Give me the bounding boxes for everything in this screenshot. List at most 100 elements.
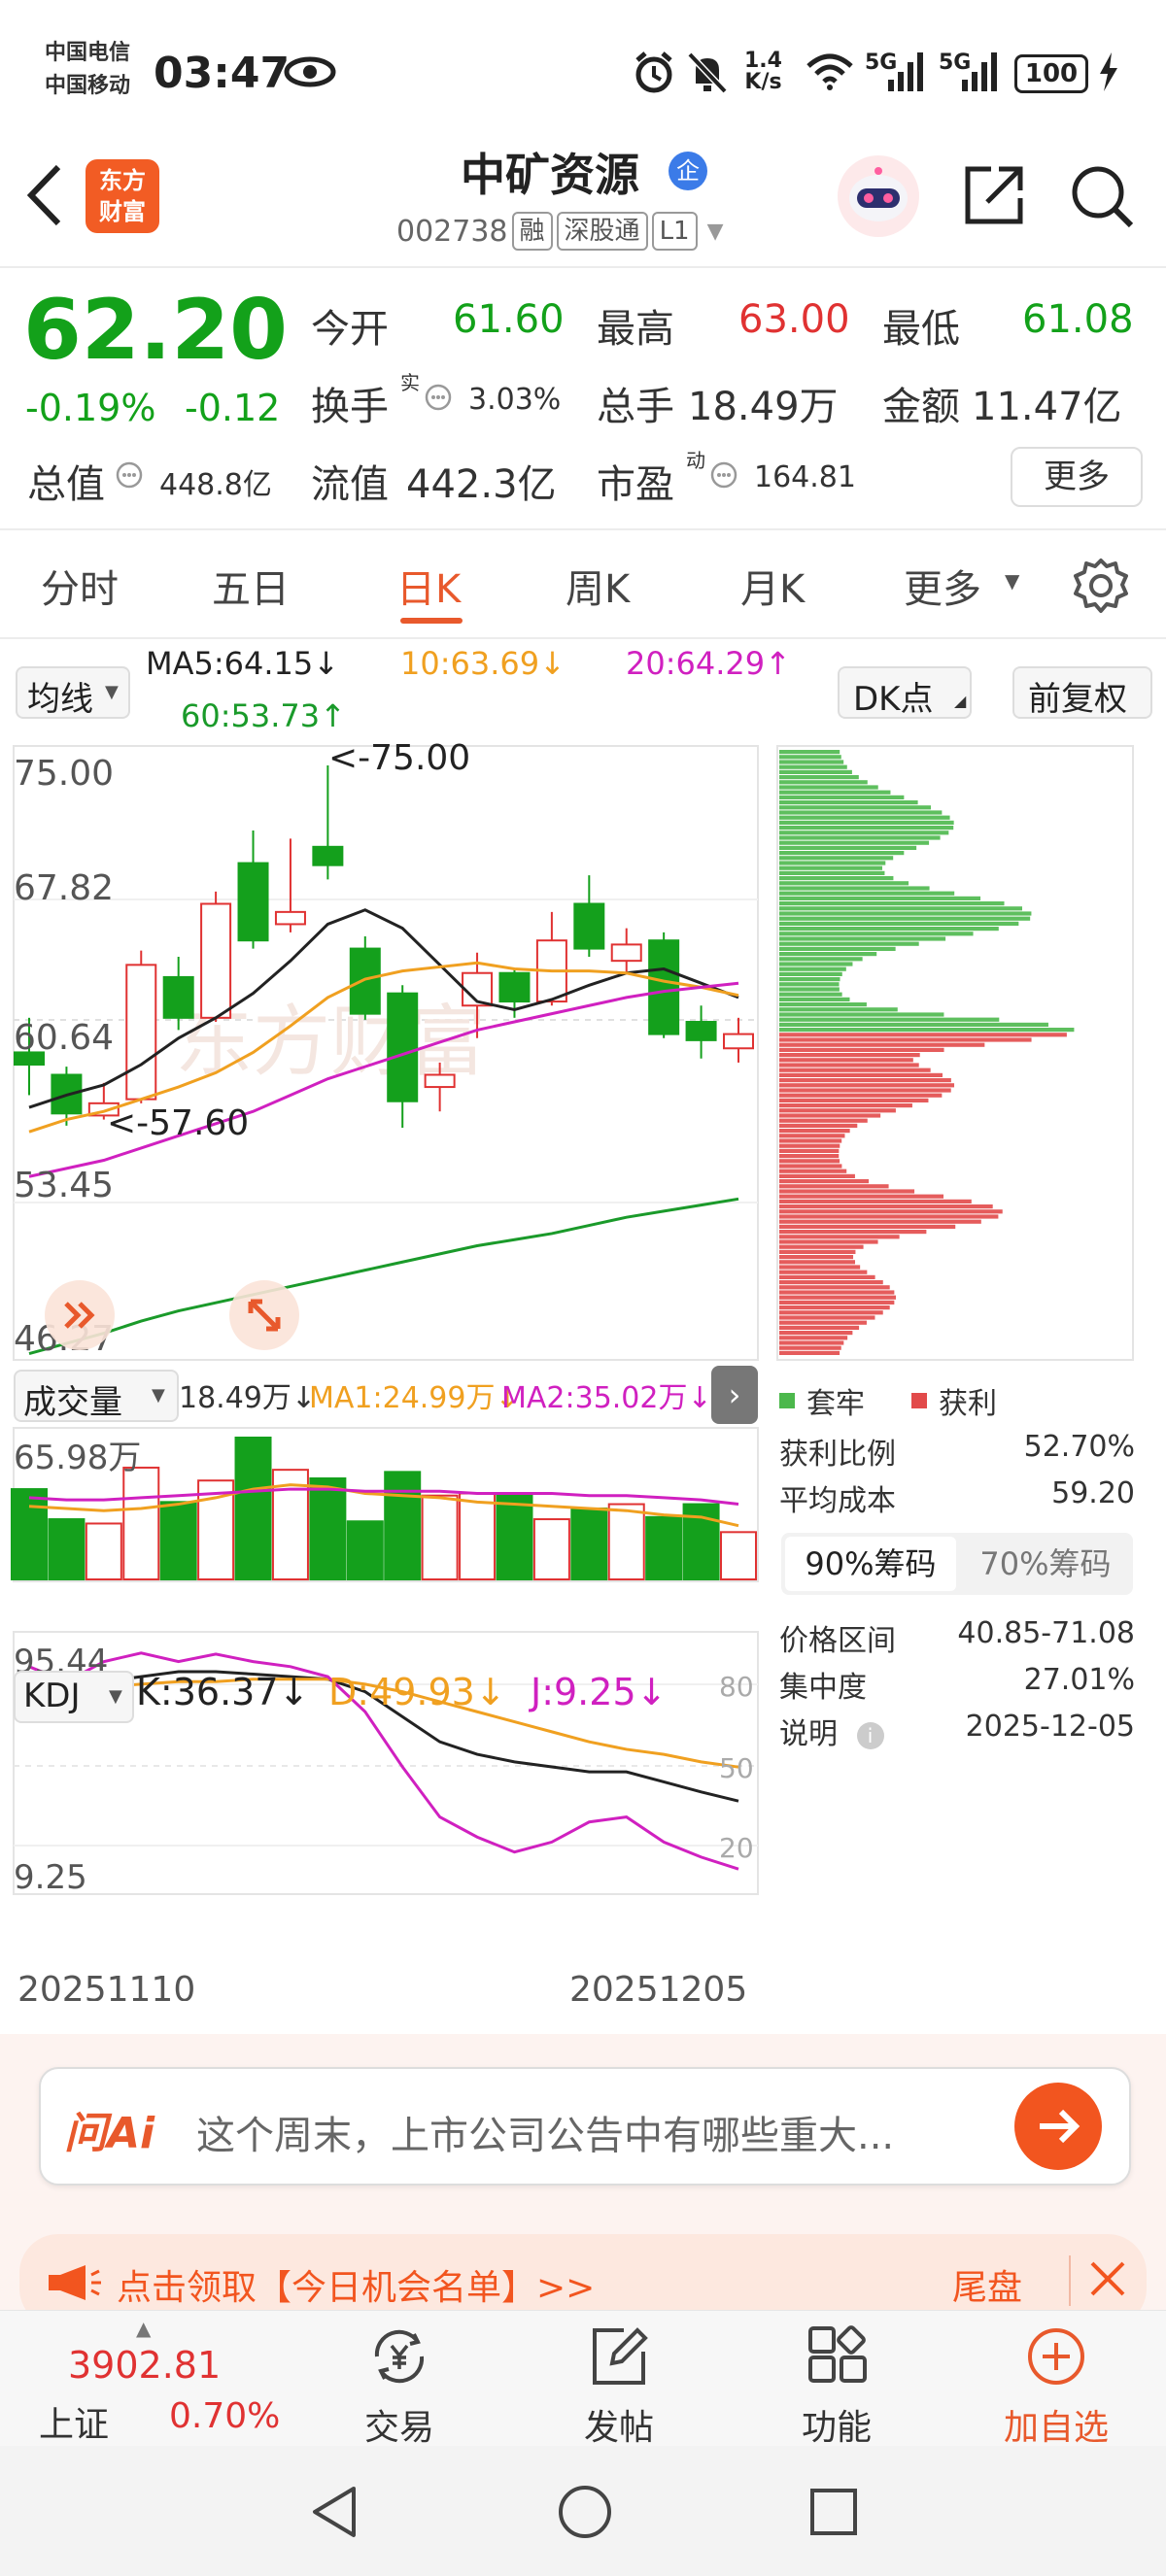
candle-body <box>723 1033 754 1050</box>
chip-bar <box>779 1340 844 1345</box>
chip-bar <box>779 957 863 962</box>
divider <box>0 266 1166 268</box>
min-price-label: <-57.60 <box>107 1103 249 1143</box>
kline-chart[interactable]: 东方财富 75.00 67.82 60.64 53.45 46.27 <-75.… <box>0 738 1166 2001</box>
mute-icon <box>686 51 729 99</box>
plus-circle-icon <box>1028 2328 1084 2385</box>
tab-more[interactable]: 更多 <box>904 558 981 614</box>
tab-monthly-k[interactable]: 月K <box>740 558 805 614</box>
arrow-right-icon[interactable] <box>1014 2083 1102 2170</box>
chip-bar <box>779 1108 896 1113</box>
functions-button[interactable]: 功能 <box>764 2311 909 2450</box>
chip-bar <box>779 936 946 941</box>
tab-five-day[interactable]: 五日 <box>212 558 290 614</box>
chip-bar <box>779 977 840 982</box>
expand-icon[interactable] <box>45 1280 115 1350</box>
chip-bar <box>779 1047 944 1052</box>
chip-bar <box>779 851 905 856</box>
dk-point-button[interactable]: DK点 ◢ <box>838 666 972 719</box>
trade-label: 交易 <box>363 2408 434 2448</box>
chevron-right-icon[interactable]: › <box>711 1366 758 1424</box>
nav-back-icon[interactable] <box>307 2483 361 2545</box>
chip-distribution <box>779 750 1075 1355</box>
chip-bar <box>779 941 919 946</box>
chip-stat-value: 40.85-71.08 <box>957 1616 1135 1650</box>
kdj-k: K:36.37↓ <box>136 1671 310 1713</box>
chip-bar <box>779 820 954 825</box>
chip-bar <box>779 805 932 810</box>
chip-bar <box>779 1143 840 1148</box>
chip-bar <box>779 755 841 760</box>
index-name[interactable]: 上证 <box>39 2396 109 2447</box>
chip-bar <box>779 790 891 795</box>
stock-code-row[interactable]: 002738 融 深股通 L1 ▼ <box>396 212 724 251</box>
chip-stat-label: 说明 <box>779 1717 838 1751</box>
back-button[interactable] <box>25 163 64 231</box>
tab-daily-k[interactable]: 日K <box>396 558 461 614</box>
tab-minute[interactable]: 分时 <box>41 558 119 614</box>
trapped-label: 套牢 <box>806 1387 865 1421</box>
turnover-label: 换手 <box>311 385 389 429</box>
nav-home-icon[interactable] <box>556 2483 614 2545</box>
chip-stat-value: 2025-12-05 <box>965 1710 1135 1744</box>
ai-question-bar[interactable]: 问Ai 这个周末，上市公司公告中有哪些重大... <box>39 2067 1131 2186</box>
chip-bar <box>779 826 954 830</box>
chip-bar <box>779 1088 951 1093</box>
logo-line-2: 财富 <box>99 198 146 225</box>
turnover-value: 3.03% <box>468 383 562 417</box>
more-button[interactable]: 更多 <box>1011 447 1143 507</box>
tag-level: L1 <box>651 212 698 251</box>
volume-bar <box>720 1531 757 1581</box>
indicator-selector[interactable]: 均线 ▼ <box>16 666 130 719</box>
post-button[interactable]: 发帖 <box>546 2311 692 2450</box>
index-value[interactable]: 3902.81 <box>68 2344 221 2387</box>
gear-icon[interactable] <box>1073 558 1129 618</box>
tab-chip-90[interactable]: 90%筹码 <box>785 1537 956 1591</box>
chip-bar <box>779 1249 856 1254</box>
search-icon[interactable] <box>1069 163 1135 233</box>
kdj-selector-label: KDJ <box>23 1677 81 1715</box>
tab-weekly-k[interactable]: 周K <box>566 558 630 614</box>
net-speed-unit: K/s <box>744 70 782 94</box>
chip-stat-value: 52.70% <box>1023 1430 1135 1464</box>
share-icon[interactable] <box>962 163 1026 231</box>
date-end: 20251205 <box>569 1970 747 2001</box>
volume-selector[interactable]: 成交量 ▼ <box>14 1370 179 1422</box>
chip-bar <box>779 865 882 870</box>
caret-up-icon: ▲ <box>136 2317 152 2340</box>
info-icon[interactable]: i <box>856 1721 884 1749</box>
stock-code: 002738 <box>396 214 508 249</box>
profit-swatch <box>911 1393 927 1408</box>
chip-stat-label: 平均成本 <box>779 1484 896 1518</box>
chip-bar <box>779 896 981 900</box>
nav-recent-icon[interactable] <box>806 2485 861 2543</box>
chip-bar <box>779 1093 943 1098</box>
fullscreen-icon[interactable] <box>229 1280 299 1350</box>
chip-bar <box>779 901 1005 906</box>
net-speed-value: 1.4 <box>744 49 782 73</box>
chip-bar <box>779 815 950 820</box>
chip-bar <box>779 1184 889 1189</box>
indicator-selector-label: 均线 <box>27 680 93 719</box>
trade-button[interactable]: 交易 <box>326 2311 472 2450</box>
tab-chip-70[interactable]: 70%筹码 <box>960 1537 1131 1591</box>
battery-icon: 100 <box>1014 54 1088 93</box>
chip-bar <box>779 785 878 790</box>
app-logo[interactable]: 东方 财富 <box>86 159 159 233</box>
adjust-button[interactable]: 前复权 <box>1012 666 1152 719</box>
chip-bar <box>779 845 917 850</box>
divider <box>1069 2255 1071 2306</box>
close-icon[interactable] <box>1088 2259 1127 2302</box>
kdj-selector[interactable]: KDJ ▼ <box>14 1671 134 1723</box>
low-label: 最低 <box>882 307 960 352</box>
robot-assistant-icon[interactable] <box>838 155 919 237</box>
add-watchlist-button[interactable]: 加自选 <box>983 2311 1129 2450</box>
chip-bar <box>779 1255 854 1260</box>
chip-bar <box>779 1194 944 1199</box>
chip-stat-row: 价格区间 40.85-71.08 <box>779 1616 1135 1659</box>
chevron-down-icon: ▼ <box>706 219 724 244</box>
index-change[interactable]: 0.70% <box>169 2396 280 2436</box>
signal-1-label: 5G <box>865 51 898 75</box>
volume-bar <box>384 1471 422 1580</box>
post-label: 发帖 <box>583 2408 654 2448</box>
